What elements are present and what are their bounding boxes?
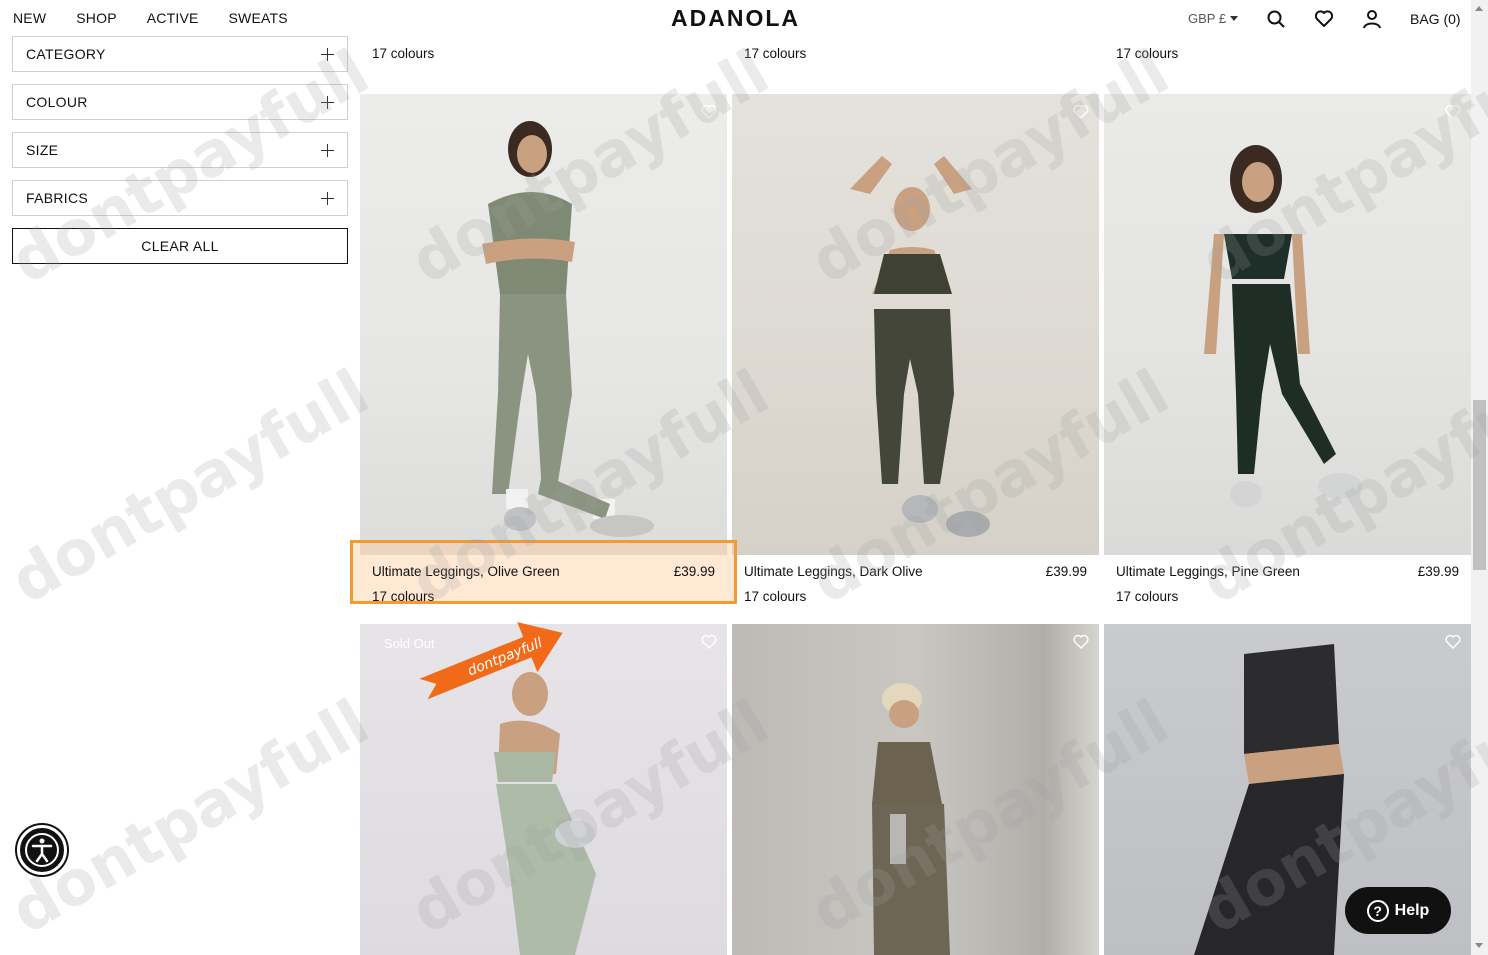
product-name[interactable]: Ultimate Leggings, Pine Green	[1116, 564, 1300, 579]
model-photo	[1204, 145, 1362, 507]
chevron-down-icon	[1230, 16, 1239, 21]
wishlist-heart-icon[interactable]	[1445, 104, 1461, 120]
product-colours: 17 colours	[744, 589, 807, 604]
product-name[interactable]: Ultimate Leggings, Olive Green	[372, 564, 560, 579]
scrollbar-thumb[interactable]	[1473, 400, 1486, 570]
scroll-up-arrow-icon[interactable]	[1475, 6, 1483, 11]
filter-colour[interactable]: COLOUR	[12, 84, 348, 120]
scroll-down-arrow-icon[interactable]	[1475, 943, 1483, 948]
currency-label: GBP £	[1188, 11, 1227, 26]
filter-size[interactable]: SIZE	[12, 132, 348, 168]
accessibility-icon	[25, 833, 59, 867]
clear-all-button[interactable]: CLEAR ALL	[12, 228, 348, 264]
model-photo	[482, 121, 654, 537]
question-mark-icon: ?	[1366, 899, 1389, 922]
wishlist-heart-icon[interactable]	[1073, 634, 1089, 650]
product-image-dark-olive[interactable]	[732, 94, 1099, 555]
product-price: £39.99	[1045, 564, 1087, 579]
account-icon[interactable]	[1362, 9, 1382, 29]
wishlist-heart-icon[interactable]	[701, 104, 717, 120]
accessibility-button[interactable]	[17, 825, 67, 875]
filter-label: COLOUR	[26, 94, 88, 110]
watermark-text: dontpayfull	[0, 685, 381, 948]
nav-shop[interactable]: SHOP	[76, 10, 116, 26]
plus-icon	[321, 144, 334, 157]
nav-sweats[interactable]: SWEATS	[229, 10, 288, 26]
product-price: £39.99	[673, 564, 715, 579]
filter-label: FABRICS	[26, 190, 89, 206]
product-colours: 17 colours	[1116, 46, 1179, 61]
product-name[interactable]: Ultimate Leggings, Dark Olive	[744, 564, 923, 579]
watermark-text: dontpayfull	[0, 355, 381, 618]
heart-icon[interactable]	[1314, 9, 1334, 29]
help-label: Help	[1394, 901, 1430, 919]
product-colours: 17 colours	[372, 46, 435, 61]
filter-category[interactable]: CATEGORY	[12, 36, 348, 72]
bag-link[interactable]: BAG (0)	[1410, 11, 1461, 27]
model-photo	[872, 683, 950, 955]
site-header: NEW SHOP ACTIVE SWEATS ADANOLA GBP £ BAG…	[0, 0, 1471, 36]
model-photo	[850, 156, 990, 537]
help-button[interactable]: ? Help	[1345, 887, 1451, 934]
product-colours: 17 colours	[1116, 589, 1179, 604]
sold-out-badge: Sold Out	[384, 636, 435, 651]
product-colours: 17 colours	[744, 46, 807, 61]
plus-icon	[321, 192, 334, 205]
plus-icon	[321, 48, 334, 61]
search-icon[interactable]	[1266, 9, 1286, 29]
filter-label: CATEGORY	[26, 46, 106, 62]
nav-new[interactable]: NEW	[13, 10, 46, 26]
wishlist-heart-icon[interactable]	[701, 634, 717, 650]
wishlist-heart-icon[interactable]	[1445, 634, 1461, 650]
main-nav: NEW SHOP ACTIVE SWEATS	[13, 10, 318, 26]
product-image-pine-green[interactable]	[1104, 94, 1471, 555]
nav-active[interactable]: ACTIVE	[147, 10, 199, 26]
filter-fabrics[interactable]: FABRICS	[12, 180, 348, 216]
brand-logo[interactable]: ADANOLA	[671, 5, 800, 32]
product-price: £39.99	[1417, 564, 1459, 579]
wishlist-heart-icon[interactable]	[1073, 104, 1089, 120]
plus-icon	[321, 96, 334, 109]
product-image-olive-set[interactable]	[732, 624, 1099, 955]
filter-label: SIZE	[26, 142, 59, 158]
product-colours: 17 colours	[372, 589, 435, 603]
currency-selector[interactable]: GBP £	[1188, 11, 1239, 26]
product-image-olive-green[interactable]	[360, 94, 727, 555]
